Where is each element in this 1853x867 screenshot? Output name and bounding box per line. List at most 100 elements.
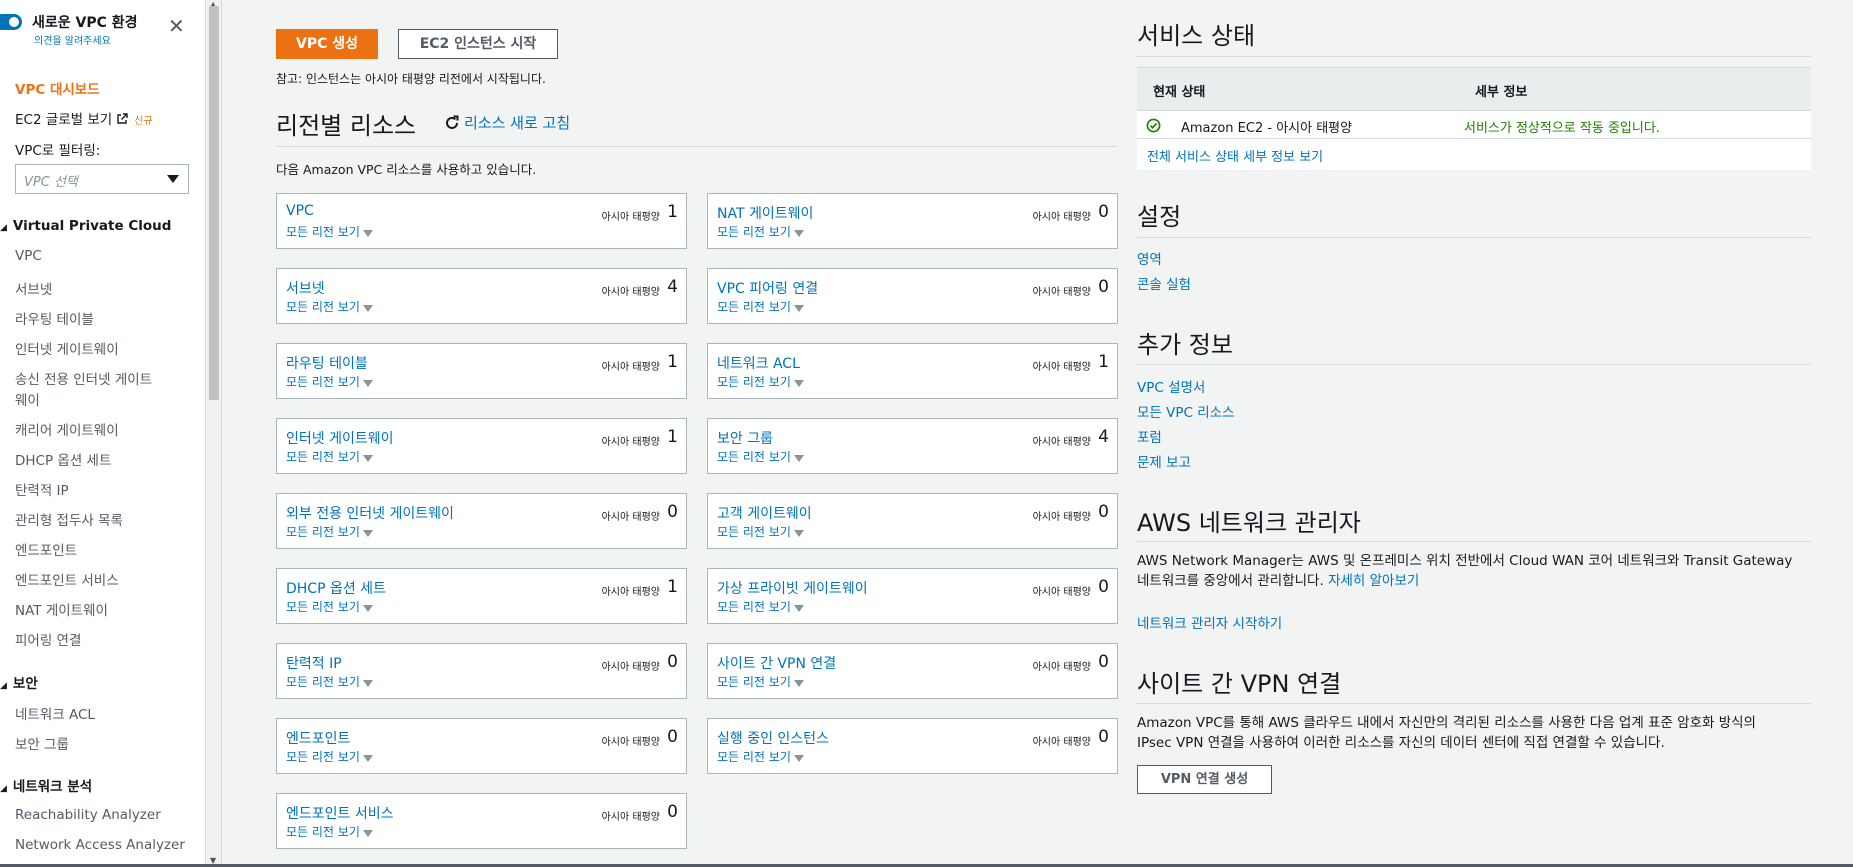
view-service-health-link[interactable]: 전체 서비스 상태 세부 정보 보기: [1147, 146, 1323, 165]
chevron-down-icon: [793, 530, 804, 537]
view-all-regions-link[interactable]: 모든 리전 보기: [717, 448, 804, 465]
view-all-regions-label: 모든 리전 보기: [717, 225, 791, 239]
sidebar-item-subnets[interactable]: 서브넷: [15, 278, 52, 298]
view-all-regions-label: 모든 리전 보기: [717, 525, 791, 539]
view-all-regions-link[interactable]: 모든 리전 보기: [286, 673, 373, 690]
resource-card-title[interactable]: 고객 게이트웨이: [717, 503, 812, 523]
scrollbar-thumb[interactable]: [209, 6, 219, 400]
view-all-regions-link[interactable]: 모든 리전 보기: [286, 598, 373, 615]
vpc-filter-select[interactable]: VPC 선택: [15, 164, 189, 194]
view-all-regions-link[interactable]: 모든 리전 보기: [286, 298, 373, 315]
chevron-down-icon: [362, 230, 373, 237]
resource-card-title[interactable]: NAT 게이트웨이: [717, 203, 813, 223]
resource-card-region: 아시아 태평양: [601, 587, 660, 598]
sidebar-group-security[interactable]: ◢ 보안: [0, 672, 38, 692]
sidebar-item-reachability-analyzer[interactable]: Reachability Analyzer: [15, 807, 161, 823]
sidebar-item-endpoint-services[interactable]: 엔드포인트 서비스: [15, 569, 119, 589]
sidebar-item-vpc[interactable]: VPC: [15, 248, 42, 264]
resource-card-region: 아시아 태평양: [601, 737, 660, 748]
sidebar-group-vpc[interactable]: ◢ Virtual Private Cloud: [0, 218, 171, 234]
sidebar-item-egress-only-igw[interactable]: 송신 전용 인터넷 게이트: [15, 368, 152, 388]
vpc-docs-link[interactable]: VPC 설명서: [1137, 376, 1205, 396]
nm-text-line2: 네트워크를 중앙에서 관리합니다. 자세히 알아보기: [1137, 571, 1817, 591]
view-all-regions-link[interactable]: 모든 리전 보기: [717, 598, 804, 615]
get-started-network-manager-link[interactable]: 네트워크 관리자 시작하기: [1137, 612, 1282, 632]
sidebar-item-ec2-global-view[interactable]: EC2 글로벌 보기 신규: [15, 108, 153, 128]
view-all-regions-link[interactable]: 모든 리전 보기: [286, 373, 373, 390]
resource-card-title[interactable]: 사이트 간 VPN 연결: [717, 653, 836, 673]
sidebar-item-security-groups[interactable]: 보안 그룹: [15, 733, 69, 753]
view-all-regions-label: 모든 리전 보기: [286, 375, 360, 389]
resource-card-title[interactable]: 서브넷: [286, 278, 325, 298]
forums-link[interactable]: 포럼: [1137, 426, 1162, 446]
learn-more-link[interactable]: 자세히 알아보기: [1328, 573, 1419, 589]
create-vpn-connection-button[interactable]: VPN 연결 생성: [1137, 765, 1272, 794]
all-vpc-resources-link[interactable]: 모든 VPC 리소스: [1137, 401, 1235, 421]
sidebar-item-peering-connections[interactable]: 피어링 연결: [15, 629, 81, 649]
view-all-regions-label: 모든 리전 보기: [717, 675, 791, 689]
create-vpc-button[interactable]: VPC 생성: [276, 29, 378, 59]
resource-card-title[interactable]: 엔드포인트 서비스: [286, 803, 394, 823]
sidebar-scrollbar[interactable]: ▲ ▼: [206, 0, 222, 867]
view-all-regions-link[interactable]: 모든 리전 보기: [717, 523, 804, 540]
resource-card-title[interactable]: 가상 프라이빗 게이트웨이: [717, 578, 868, 598]
sidebar-item-network-acls[interactable]: 네트워크 ACL: [15, 703, 95, 723]
view-all-regions-link[interactable]: 모든 리전 보기: [286, 223, 373, 240]
view-all-regions-link[interactable]: 모든 리전 보기: [717, 748, 804, 765]
resource-card-title[interactable]: VPC 피어링 연결: [717, 278, 818, 298]
view-all-regions-link[interactable]: 모든 리전 보기: [717, 673, 804, 690]
collapse-triangle-icon: ◢: [0, 681, 7, 691]
sidebar-item-vpc-dashboard[interactable]: VPC 대시보드: [15, 78, 100, 98]
nm-text-line1: AWS Network Manager는 AWS 및 온프레미스 위치 전반에서…: [1137, 553, 1793, 569]
sidebar-item-egress-only-igw-line2[interactable]: 웨이: [15, 389, 40, 409]
resource-card: 네트워크 ACL 모든 리전 보기 아시아 태평양 1: [707, 343, 1118, 399]
sidebar-item-nat-gateways[interactable]: NAT 게이트웨이: [15, 599, 108, 619]
view-all-regions-link[interactable]: 모든 리전 보기: [717, 223, 804, 240]
sidebar-item-network-access-analyzer[interactable]: Network Access Analyzer: [15, 837, 185, 853]
sidebar-group-network-analysis[interactable]: ◢ 네트워크 분석: [0, 775, 92, 795]
sidebar-item-internet-gateways[interactable]: 인터넷 게이트웨이: [15, 338, 119, 358]
zones-link[interactable]: 영역: [1137, 248, 1162, 268]
resource-card: 가상 프라이빗 게이트웨이 모든 리전 보기 아시아 태평양 0: [707, 568, 1118, 624]
feedback-link[interactable]: 의견을 알려주세요: [34, 32, 111, 47]
console-experiments-link[interactable]: 콘솔 실험: [1137, 273, 1191, 293]
resource-card-count: 0: [1098, 652, 1109, 672]
ec2-global-view-label: EC2 글로벌 보기: [15, 112, 113, 128]
resource-card-title[interactable]: 실행 중인 인스턴스: [717, 728, 829, 748]
resource-card-title[interactable]: 탄력적 IP: [286, 653, 342, 673]
col-details: 세부 정보: [1475, 85, 1528, 100]
resource-card-title[interactable]: DHCP 옵션 세트: [286, 578, 386, 598]
sidebar-item-carrier-gateways[interactable]: 캐리어 게이트웨이: [15, 419, 119, 439]
vpn-description: Amazon VPC를 통해 AWS 클라우드 내에서 자신만의 격리된 리소스…: [1137, 713, 1817, 753]
view-all-regions-link[interactable]: 모든 리전 보기: [286, 448, 373, 465]
view-all-regions-link[interactable]: 모든 리전 보기: [286, 523, 373, 540]
view-all-regions-link[interactable]: 모든 리전 보기: [286, 748, 373, 765]
resource-card-title[interactable]: VPC: [286, 203, 314, 219]
resource-card-title[interactable]: 보안 그룹: [717, 428, 773, 448]
resource-card-title[interactable]: 인터넷 게이트웨이: [286, 428, 394, 448]
network-manager-title: AWS 네트워크 관리자: [1137, 509, 1361, 537]
resource-card-title[interactable]: 라우팅 테이블: [286, 353, 368, 373]
sidebar-item-managed-prefix-lists[interactable]: 관리형 접두사 목록: [15, 509, 123, 529]
launch-ec2-instances-button[interactable]: EC2 인스턴스 시작: [398, 29, 558, 59]
close-icon[interactable]: ✕: [168, 16, 185, 36]
view-all-regions-link[interactable]: 모든 리전 보기: [717, 373, 804, 390]
resource-card-title[interactable]: 외부 전용 인터넷 게이트웨이: [286, 503, 454, 523]
chevron-down-icon: [793, 305, 804, 312]
resource-card: 엔드포인트 서비스 모든 리전 보기 아시아 태평양 0: [276, 793, 687, 849]
resource-card-region: 아시아 태평양: [1032, 587, 1091, 598]
new-experience-toggle[interactable]: [0, 14, 22, 30]
view-all-regions-link[interactable]: 모든 리전 보기: [717, 298, 804, 315]
chevron-down-icon: [793, 680, 804, 687]
toggle-label: 새로운 VPC 환경: [32, 15, 138, 31]
vpc-filter-label: VPC로 필터링:: [15, 143, 101, 159]
report-issue-link[interactable]: 문제 보고: [1137, 451, 1191, 471]
resource-card-title[interactable]: 엔드포인트: [286, 728, 350, 748]
sidebar-item-route-tables[interactable]: 라우팅 테이블: [15, 308, 94, 328]
sidebar-item-elastic-ips[interactable]: 탄력적 IP: [15, 479, 69, 499]
refresh-resources-button[interactable]: 리소스 새로 고침: [444, 112, 570, 133]
sidebar-item-endpoints[interactable]: 엔드포인트: [15, 539, 77, 559]
sidebar-item-dhcp-option-sets[interactable]: DHCP 옵션 세트: [15, 449, 111, 469]
resource-card-title[interactable]: 네트워크 ACL: [717, 353, 800, 373]
view-all-regions-link[interactable]: 모든 리전 보기: [286, 823, 373, 840]
